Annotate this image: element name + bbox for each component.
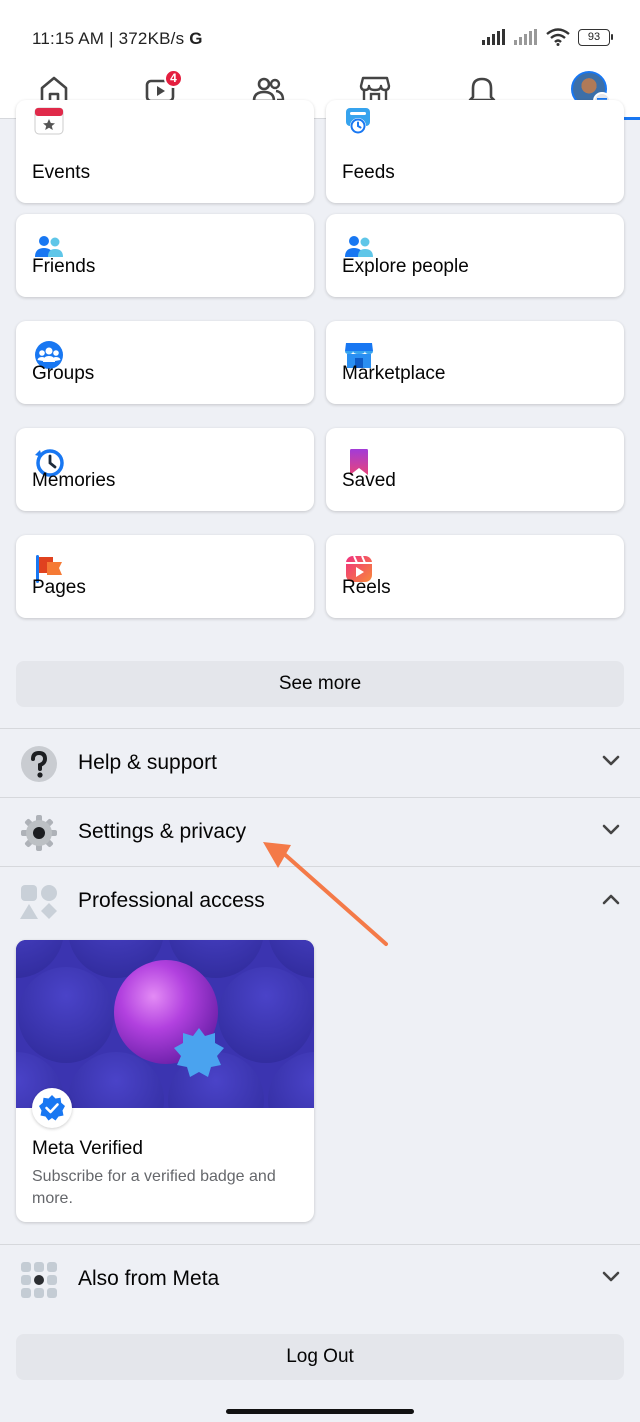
google-g-icon: G bbox=[189, 29, 203, 48]
shortcut-saved[interactable]: Saved bbox=[326, 428, 624, 511]
see-more-button[interactable]: See more bbox=[16, 661, 624, 707]
wifi-icon bbox=[546, 28, 570, 46]
shortcut-label: Groups bbox=[32, 363, 95, 384]
calendar-icon bbox=[34, 107, 64, 135]
settings-privacy-label: Settings & privacy bbox=[78, 820, 247, 843]
shortcut-label: Reels bbox=[342, 577, 391, 598]
status-time-text: 11:15 AM | 372KB/s bbox=[32, 29, 185, 48]
settings-privacy-row[interactable]: Settings & privacy bbox=[0, 798, 640, 866]
chevron-down-icon bbox=[602, 824, 620, 835]
shortcut-label: Saved bbox=[342, 470, 396, 491]
feeds-icon bbox=[346, 108, 370, 134]
shortcut-memories[interactable]: Memories bbox=[16, 428, 314, 511]
battery-indicator: 93 bbox=[578, 28, 613, 46]
meta-verified-title: Meta Verified bbox=[32, 1138, 143, 1159]
verified-badge-icon bbox=[32, 1088, 72, 1128]
professional-access-icon bbox=[20, 885, 57, 919]
shortcut-events[interactable]: Events bbox=[16, 100, 314, 203]
shortcut-label: Explore people bbox=[342, 256, 469, 277]
logout-button[interactable]: Log Out bbox=[16, 1334, 624, 1380]
status-icons: 93 bbox=[482, 28, 613, 46]
signal-icon bbox=[482, 29, 505, 45]
help-support-row[interactable]: Help & support bbox=[0, 729, 640, 797]
meta-verified-banner-image bbox=[16, 940, 314, 1108]
watch-notification-badge: 4 bbox=[164, 69, 183, 88]
meta-verified-description: Subscribe for a verified badge and more. bbox=[32, 1168, 276, 1207]
chevron-down-icon bbox=[602, 755, 620, 766]
shortcut-explore-people[interactable]: Explore people bbox=[326, 214, 624, 297]
status-bar: 11:15 AM | 372KB/s G 93 bbox=[0, 0, 640, 70]
shortcut-groups[interactable]: Groups bbox=[16, 321, 314, 404]
shortcut-label: Friends bbox=[32, 256, 96, 277]
shortcut-marketplace[interactable]: Marketplace bbox=[326, 321, 624, 404]
professional-access-row[interactable]: Professional access bbox=[0, 867, 640, 935]
shortcut-feeds[interactable]: Feeds bbox=[326, 100, 624, 203]
shortcut-label: Memories bbox=[32, 470, 116, 491]
gear-icon bbox=[21, 815, 57, 851]
also-from-meta-label: Also from Meta bbox=[78, 1267, 220, 1290]
chevron-up-icon bbox=[602, 894, 620, 905]
shortcut-label: Marketplace bbox=[342, 363, 446, 384]
shortcut-label: Events bbox=[32, 162, 91, 183]
shortcut-label: Feeds bbox=[342, 162, 395, 183]
home-indicator[interactable] bbox=[226, 1409, 414, 1414]
shortcut-label: Pages bbox=[32, 577, 86, 598]
shortcut-friends[interactable]: Friends bbox=[16, 214, 314, 297]
shortcut-reels[interactable]: Reels bbox=[326, 535, 624, 618]
status-time: 11:15 AM | 372KB/s G bbox=[32, 29, 203, 49]
meta-verified-card[interactable]: Meta Verified Subscribe for a verified b… bbox=[16, 940, 314, 1222]
help-icon bbox=[21, 746, 57, 782]
signal-2-icon bbox=[514, 29, 537, 45]
shortcut-pages[interactable]: Pages bbox=[16, 535, 314, 618]
help-support-label: Help & support bbox=[78, 751, 217, 774]
also-from-meta-row[interactable]: Also from Meta bbox=[0, 1245, 640, 1313]
chevron-down-icon bbox=[602, 1271, 620, 1282]
professional-access-label: Professional access bbox=[78, 889, 265, 912]
apps-grid-icon bbox=[21, 1262, 57, 1298]
